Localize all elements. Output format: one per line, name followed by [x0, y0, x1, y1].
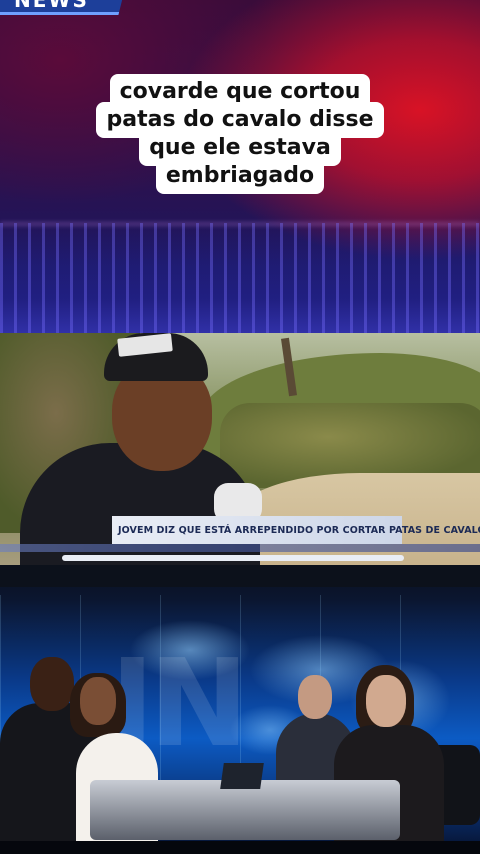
video-caption: covarde que cortou patas do cavalo disse… [0, 74, 480, 194]
caption-line-4: embriagado [155, 158, 325, 194]
anchor-3-head [298, 675, 332, 719]
anchor-4-head [366, 675, 406, 727]
interview-video-frame[interactable]: JOVEM DIZ QUE ESTÁ ARREPENDIDO POR CORTA… [0, 333, 480, 565]
newsroom-video-frame[interactable]: JN [0, 565, 480, 854]
anchor-1-head [30, 657, 74, 711]
bottom-edge [0, 841, 480, 854]
title-banner: NEWS covarde que cortou patas do cavalo … [0, 0, 480, 333]
banner-stripes [0, 223, 480, 333]
news-lower-third: JOVEM DIZ QUE ESTÁ ARREPENDIDO POR CORTA… [112, 516, 480, 544]
channel-logo-text: NEWS [14, 0, 89, 12]
lower-third-strip [62, 555, 404, 561]
lower-third-text: JOVEM DIZ QUE ESTÁ ARREPENDIDO POR CORTA… [118, 524, 480, 536]
lower-third-bar [0, 544, 480, 552]
studio-top-band [0, 565, 480, 587]
anchor-2-head [80, 677, 116, 725]
laptop-icon [220, 763, 264, 789]
news-desk [90, 780, 400, 840]
